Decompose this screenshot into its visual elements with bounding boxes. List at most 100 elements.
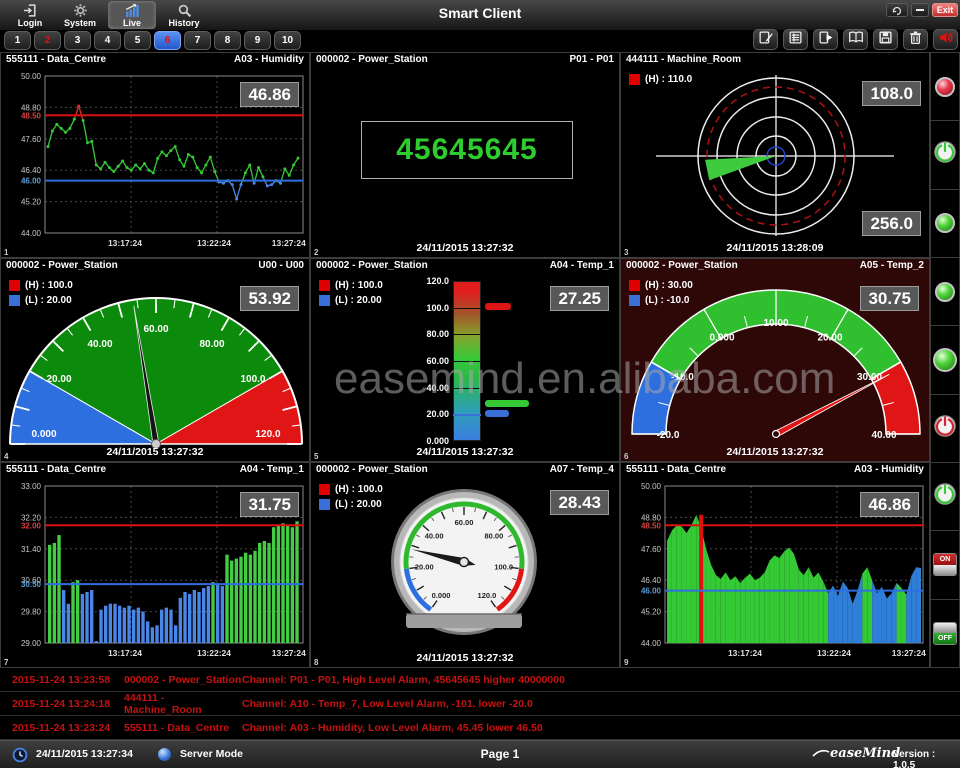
page-button-2[interactable]: 2	[34, 31, 61, 50]
value-readout: 31.75	[240, 492, 299, 517]
panel-trend-humidity: 555111 - Data_CentreA03 - Humidity50.004…	[0, 52, 310, 258]
side-cell	[930, 190, 960, 258]
station-label: 000002 - Power_Station	[316, 53, 428, 66]
nav-item-login[interactable]: Login	[6, 1, 54, 29]
nav-item-system[interactable]: System	[56, 1, 104, 29]
book-toolbar-button[interactable]	[843, 29, 868, 50]
page-button-4[interactable]: 4	[94, 31, 121, 50]
panel-header: 000002 - Power_Station P01 - P01	[311, 53, 619, 66]
rocker-off-switch[interactable]: OFF	[933, 622, 957, 645]
legend-swatch	[629, 295, 640, 306]
alarm-time: 2015-11-24 13:23:24	[12, 722, 124, 734]
rocker-on-switch[interactable]: ON	[933, 553, 957, 576]
page-button-8[interactable]: 8	[214, 31, 241, 50]
value-readout: 256.0	[862, 211, 921, 236]
svg-text:30.00: 30.00	[857, 372, 882, 383]
rocker-label: ON	[934, 554, 956, 565]
legend-swatch	[629, 74, 640, 85]
svg-text:45.20: 45.20	[21, 198, 42, 207]
side-cell	[930, 52, 960, 121]
svg-text:44.00: 44.00	[641, 639, 662, 648]
legend-label: (L) : 20.00	[25, 295, 72, 306]
page-button-7[interactable]: 7	[184, 31, 211, 50]
status-led-button[interactable]	[935, 282, 955, 302]
legend: (H) : 30.00(L) : -10.0	[629, 278, 693, 308]
alarm-time: 2015-11-24 13:24:18	[12, 698, 124, 710]
refresh-button[interactable]	[886, 3, 908, 17]
legend-label: (L) : -10.0	[645, 295, 689, 306]
panel-number: 1	[4, 248, 8, 257]
alarm-row[interactable]: 2015-11-24 13:23:24555111 - Data_CentreC…	[0, 716, 960, 740]
panel-timestamp: 24/11/2015 13:27:32	[311, 652, 619, 664]
panel-header: 000002 - Power_StationA05 - Temp_2	[621, 259, 929, 272]
alarm-time: 2015-11-24 13:23:58	[12, 674, 124, 686]
rocker-label: OFF	[934, 633, 956, 644]
alarm-station: 555111 - Data_Centre	[124, 722, 242, 734]
trash-toolbar-button[interactable]	[903, 29, 928, 50]
alarm-station: 444111 - Machine_Room	[124, 692, 242, 716]
edit-toolbar-button[interactable]	[753, 29, 778, 50]
alarm-station: 000002 - Power_Station	[124, 674, 242, 686]
channel-label: P01 - P01	[570, 53, 614, 66]
page-button-9[interactable]: 9	[244, 31, 271, 50]
chart-area: 24/11/2015 13:27:3245645645	[311, 66, 619, 257]
legend-swatch	[9, 280, 20, 291]
axis-tick-label: 0.000	[403, 436, 449, 446]
panel-number: 7	[4, 658, 8, 667]
save-toolbar-button[interactable]	[873, 29, 898, 50]
panel-number: 5	[314, 452, 318, 461]
page-button-10[interactable]: 10	[274, 31, 301, 50]
value-readout: 30.75	[860, 286, 919, 311]
panel-bar-chart: 555111 - Data_CentreA04 - Temp_133.0032.…	[0, 462, 310, 668]
alarm-message: Channel: P01 - P01, High Level Alarm, 45…	[242, 674, 960, 686]
legend-label: (H) : 110.0	[645, 74, 692, 85]
side-cell	[930, 463, 960, 531]
axis-tick-label: 80.00	[403, 329, 449, 339]
top-bar: LoginSystemLiveHistory Smart Client Exit	[0, 0, 960, 30]
exit-button[interactable]: Exit	[932, 3, 958, 17]
alarm-row[interactable]: 2015-11-24 13:24:18444111 - Machine_Room…	[0, 692, 960, 716]
svg-text:48.50: 48.50	[641, 521, 662, 530]
legend-label: (H) : 100.0	[335, 484, 383, 495]
svg-text:47.60: 47.60	[21, 135, 42, 144]
svg-text:40.00: 40.00	[87, 339, 112, 350]
power-off-button[interactable]	[934, 415, 956, 442]
status-led-button[interactable]	[933, 348, 957, 372]
power-on-button[interactable]	[934, 141, 956, 168]
station-label: 000002 - Power_Station	[316, 259, 428, 272]
svg-text:13:22:24: 13:22:24	[197, 648, 231, 658]
list-toolbar-button[interactable]	[783, 29, 808, 50]
legend-item: (H) : 100.0	[9, 278, 73, 293]
page-button-6[interactable]: 6	[154, 31, 181, 50]
version-label: Version : 1.0.5	[893, 749, 960, 768]
play-toolbar-button[interactable]	[813, 29, 838, 50]
status-led-button[interactable]	[935, 213, 955, 233]
nav-item-live[interactable]: Live	[108, 1, 156, 29]
chart-area: (H) : 30.00(L) : -10.024/11/2015 13:27:3…	[621, 272, 929, 461]
value-readout: 27.25	[550, 286, 609, 311]
speaker-toolbar-button[interactable]	[933, 29, 958, 50]
page-button-3[interactable]: 3	[64, 31, 91, 50]
panel-number: 3	[624, 248, 628, 257]
legend-swatch	[9, 295, 20, 306]
page-button-5[interactable]: 5	[124, 31, 151, 50]
panel-header: 000002 - Power_StationA04 - Temp_1	[311, 259, 619, 272]
svg-text:60.00: 60.00	[143, 324, 168, 335]
legend-item: (H) : 100.0	[319, 278, 383, 293]
page-button-1[interactable]: 1	[4, 31, 31, 50]
value-readout: 28.43	[550, 490, 609, 515]
power-on-button[interactable]	[934, 483, 956, 510]
chart-icon	[124, 3, 140, 18]
alarm-led-button[interactable]	[935, 77, 955, 97]
nav-item-history[interactable]: History	[160, 1, 208, 29]
brand-logo: easeMind	[812, 746, 900, 761]
minimize-button[interactable]	[911, 3, 929, 17]
chart-area: (H) : 100.0(L) : 20.0024/11/2015 13:27:3…	[311, 272, 619, 461]
svg-text:29.80: 29.80	[21, 608, 42, 617]
alarm-row[interactable]: 2015-11-24 13:23:58000002 - Power_Statio…	[0, 668, 960, 692]
svg-text:100.0: 100.0	[494, 563, 513, 572]
legend-label: (L) : 20.00	[335, 499, 382, 510]
panel-digital-readout: 000002 - Power_Station P01 - P0124/11/201…	[310, 52, 620, 258]
legend-label: (L) : 20.00	[335, 295, 382, 306]
legend: (H) : 100.0 (L) : 20.00	[9, 278, 73, 308]
